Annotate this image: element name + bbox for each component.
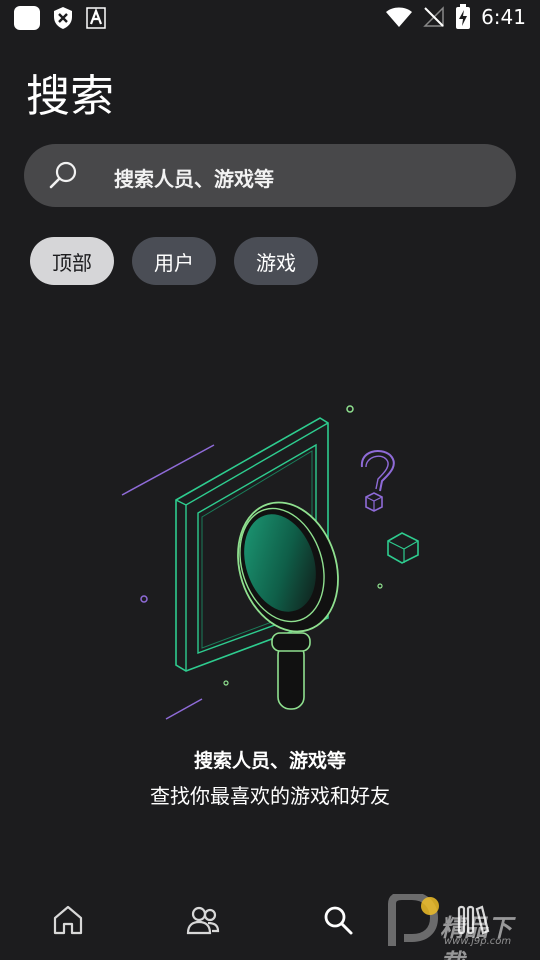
watermark-url: www.j9p.com — [444, 936, 512, 947]
chip-games[interactable]: 游戏 — [234, 237, 318, 285]
no-signal-icon — [423, 6, 444, 27]
magnifier-frame-illustration — [121, 405, 419, 720]
app-square-icon — [14, 6, 40, 30]
watermark-logo-icon — [388, 894, 439, 946]
watermark: 精品下载 www.j9p.com — [384, 894, 534, 960]
status-time: 6:41 — [481, 5, 526, 29]
watermark-text: 精品下载 — [440, 914, 512, 960]
friends-icon — [186, 906, 219, 935]
search-placeholder: 搜索人员、游戏等 — [114, 167, 274, 191]
search-icon — [324, 906, 352, 935]
wifi-icon — [386, 7, 413, 27]
empty-state-subtitle: 查找你最喜欢的游戏和好友 — [150, 784, 390, 808]
filter-chips: 顶部 用户 游戏 — [30, 237, 318, 285]
home-icon — [53, 905, 82, 935]
empty-state-title: 搜索人员、游戏等 — [193, 750, 346, 772]
nav-home[interactable] — [0, 880, 135, 960]
chip-users[interactable]: 用户 — [132, 237, 216, 285]
search-input[interactable]: 搜索人员、游戏等 — [24, 144, 516, 207]
status-bar: 6:41 — [0, 0, 540, 36]
status-bar-right: 6:41 — [385, 4, 526, 30]
nav-friends[interactable] — [135, 880, 270, 960]
status-bar-left — [14, 6, 106, 30]
battery-charging-icon — [456, 4, 471, 29]
font-a-icon — [86, 7, 106, 29]
chip-top[interactable]: 顶部 — [30, 237, 114, 285]
search-icon — [49, 161, 77, 189]
page-title: 搜索 — [26, 71, 114, 122]
shield-x-icon — [54, 7, 72, 29]
